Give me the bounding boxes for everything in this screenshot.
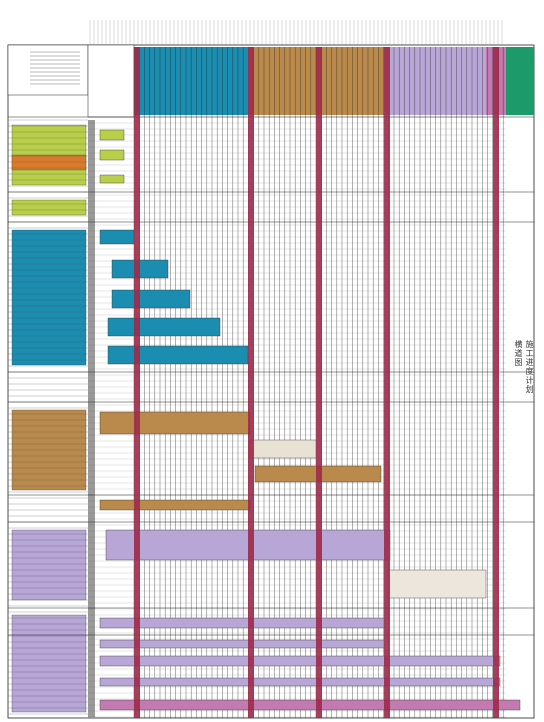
gantt-bar xyxy=(107,345,249,365)
gantt-bar xyxy=(99,639,385,649)
gantt-bar xyxy=(99,411,251,435)
gantt-bar xyxy=(99,617,385,629)
gantt-bar xyxy=(99,229,135,245)
milestone-column xyxy=(134,47,140,718)
task-group-block xyxy=(11,529,87,601)
header-phase-band xyxy=(134,47,248,115)
milestone-column xyxy=(248,47,254,718)
milestone-column xyxy=(316,47,322,718)
task-group-block xyxy=(11,199,87,216)
sheet-frame xyxy=(7,44,535,719)
header-columns-block xyxy=(87,44,135,118)
title-block xyxy=(7,44,89,96)
task-group-block xyxy=(11,614,87,713)
gantt-sheet xyxy=(7,20,535,719)
gantt-bar xyxy=(99,174,125,184)
gantt-bar xyxy=(99,655,501,667)
gantt-bar xyxy=(99,129,125,141)
header-phase-band xyxy=(506,47,534,115)
sheet-background xyxy=(7,44,535,719)
gantt-bar xyxy=(249,439,317,459)
gantt-bar xyxy=(99,149,125,161)
task-group-block xyxy=(11,229,87,366)
gantt-bar xyxy=(111,289,191,309)
task-group-block xyxy=(11,154,87,171)
milestone-column xyxy=(384,47,390,718)
milestone-column xyxy=(493,47,499,718)
gantt-bar xyxy=(99,699,521,711)
side-title-label: 施工进度计划横道图 xyxy=(514,340,534,394)
gantt-bar xyxy=(99,499,251,511)
task-list-panel xyxy=(8,119,95,718)
gantt-bar xyxy=(387,569,487,599)
gantt-bar xyxy=(107,317,221,337)
gantt-bar xyxy=(99,677,501,687)
grey-duration-column xyxy=(88,120,95,718)
